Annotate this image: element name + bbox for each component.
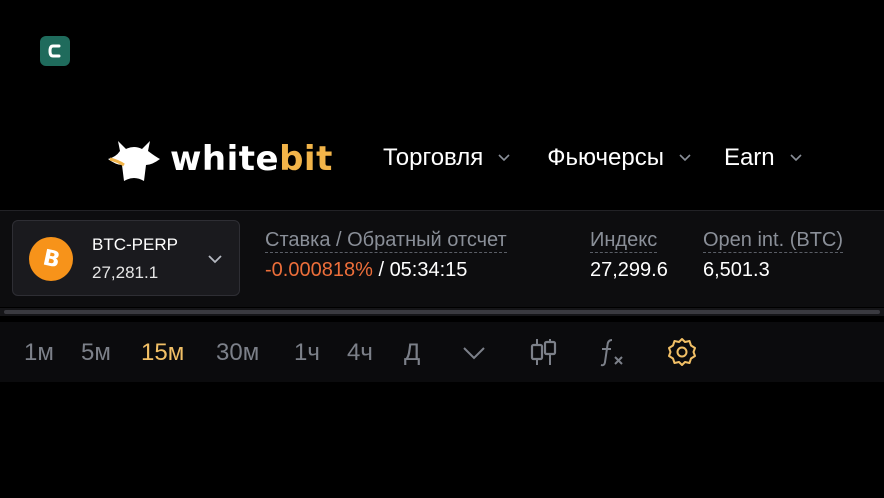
bitcoin-icon: B bbox=[29, 237, 73, 281]
index-value: 27,299.6 bbox=[590, 259, 668, 281]
timeframe-4h[interactable]: 4ч bbox=[347, 339, 373, 367]
nav-item-trade[interactable]: Торговля bbox=[383, 144, 511, 172]
nav-item-label: Earn bbox=[723, 144, 775, 171]
instrument-selector[interactable]: B BTC-PERP 27,281.1 bbox=[12, 220, 240, 296]
gear-icon[interactable] bbox=[666, 336, 698, 368]
scrollbar-thumb[interactable] bbox=[4, 310, 880, 314]
site-header: whitebit Торговля Фьючерсы Earn bbox=[0, 118, 884, 202]
main-nav: Торговля Фьючерсы Earn bbox=[383, 144, 803, 172]
timeframe-1h[interactable]: 1ч bbox=[294, 339, 320, 367]
ticker-bar: B BTC-PERP 27,281.1 Ставка / Обратный от… bbox=[0, 210, 884, 307]
index-label[interactable]: Индекс bbox=[590, 229, 658, 253]
timeframe-5m[interactable]: 5м bbox=[81, 339, 111, 367]
chart-toolbar: 1м 5м 15м 30м 1ч 4ч Д bbox=[0, 322, 884, 382]
funding-value: -0.000818% / 05:34:15 bbox=[265, 259, 507, 282]
funding-countdown: 05:34:15 bbox=[389, 259, 468, 281]
page: whitebit Торговля Фьючерсы Earn B BTC-PE… bbox=[0, 0, 884, 498]
funding-separator: / bbox=[378, 259, 384, 281]
open-interest-stat: Open int. (BTC) 6,501.3 bbox=[703, 229, 844, 282]
horizontal-scrollbar[interactable] bbox=[0, 308, 884, 316]
whitebit-logo[interactable]: whitebit bbox=[106, 134, 333, 184]
index-stat: Индекс 27,299.6 bbox=[590, 229, 668, 282]
open-interest-value: 6,501.3 bbox=[703, 259, 770, 281]
candles-icon[interactable] bbox=[527, 336, 559, 368]
open-interest-label[interactable]: Open int. (BTC) bbox=[703, 229, 844, 253]
nav-item-earn[interactable]: Earn bbox=[724, 144, 803, 172]
logo-wordmark: whitebit bbox=[170, 139, 333, 179]
funding-stat: Ставка / Обратный отсчет -0.000818% / 05… bbox=[265, 229, 507, 282]
nav-item-futures[interactable]: Фьючерсы bbox=[547, 144, 692, 172]
instrument-symbol: BTC-PERP bbox=[92, 235, 178, 254]
chevron-down-icon bbox=[790, 154, 802, 162]
app-badge-icon bbox=[40, 36, 70, 66]
funding-rate: -0.000818% bbox=[265, 259, 373, 281]
chevron-down-icon bbox=[208, 255, 222, 264]
instrument-price: 27,281.1 bbox=[92, 263, 159, 282]
timeframe-1m[interactable]: 1м bbox=[24, 339, 54, 367]
funding-label[interactable]: Ставка / Обратный отсчет bbox=[265, 229, 507, 253]
timeframe-30m[interactable]: 30м bbox=[216, 339, 259, 367]
nav-item-label: Фьючерсы bbox=[547, 144, 664, 171]
function-icon[interactable] bbox=[596, 336, 628, 368]
timeframe-15m[interactable]: 15м bbox=[141, 339, 184, 367]
chevron-down-icon bbox=[679, 154, 691, 162]
nav-item-label: Торговля bbox=[383, 144, 484, 171]
chevron-down-icon bbox=[498, 154, 510, 162]
chevron-down-icon[interactable] bbox=[458, 336, 490, 368]
logo-bull-icon bbox=[108, 141, 160, 181]
timeframe-1d[interactable]: Д bbox=[404, 339, 420, 367]
